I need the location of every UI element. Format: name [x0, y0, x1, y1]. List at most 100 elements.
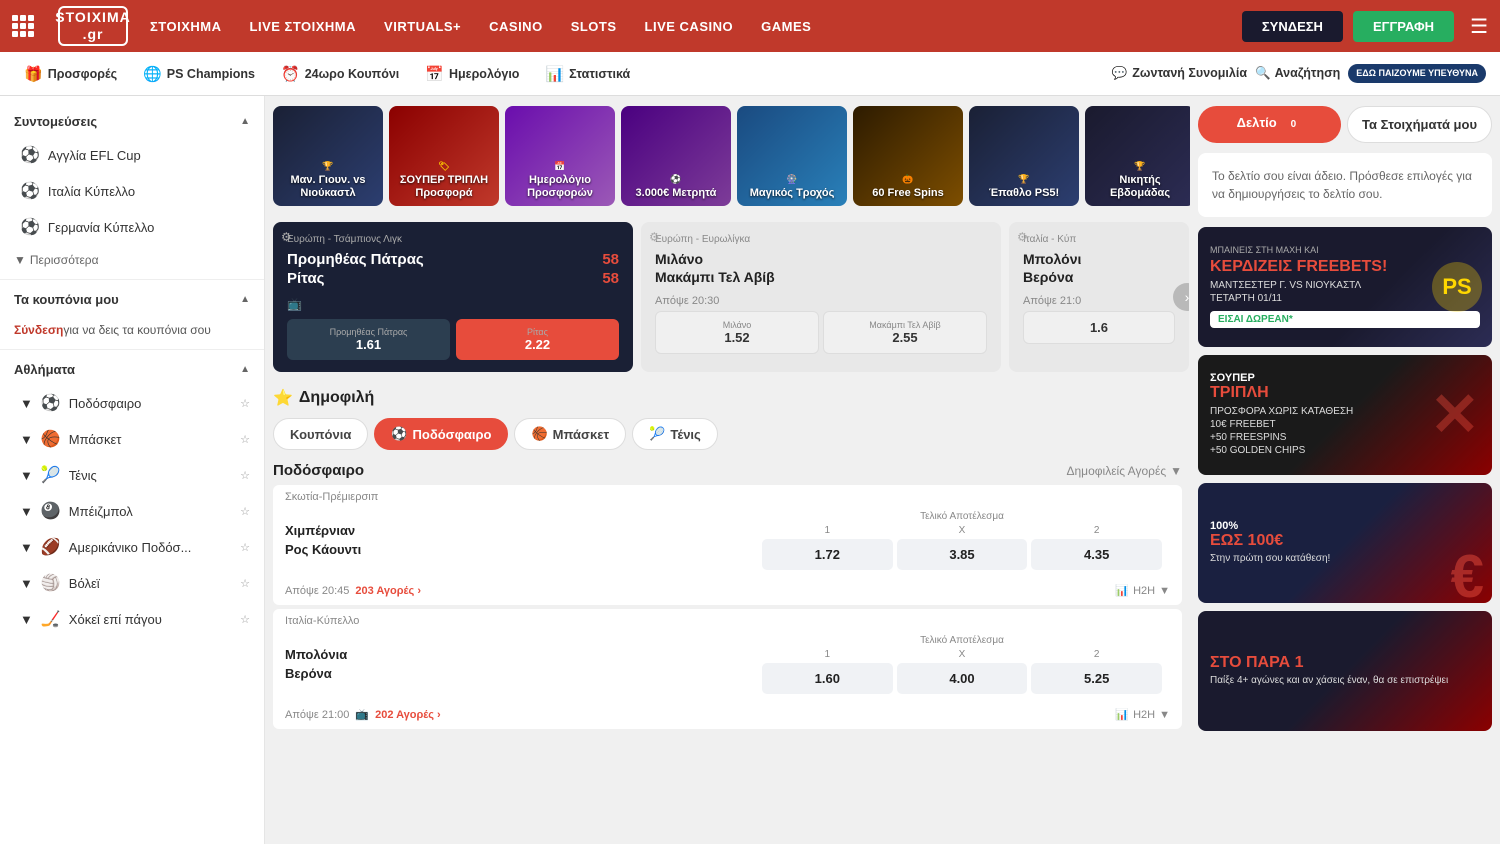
nav-live-casino[interactable]: LIVE CASINO	[643, 15, 736, 38]
logo-subtext: .gr	[55, 26, 130, 43]
football-icon: ⚽	[41, 393, 61, 413]
promo-card-8[interactable]: 🏆 Νικητής Εβδομάδας	[1085, 106, 1190, 206]
center-content: 🏆 Μαν. Γιουν. vs Νιούκαστλ 🏷 ΣΟΥΠΕΡ ΤΡΙΠ…	[265, 96, 1190, 844]
soccer-ball-icon-2: ⚽	[20, 181, 40, 201]
promo-card-7[interactable]: 🏆 Έπαθλο PS5!	[969, 106, 1079, 206]
banner-ps-champions[interactable]: ΜΠΑΙΝΕΙΣ ΣΤΗ ΜΑΧΗ ΚΑΙ ΚΕΡΔΙΖΕΙΣ FREEBETS…	[1198, 227, 1492, 347]
grid-menu-icon[interactable]	[12, 15, 34, 37]
nav-virtuals[interactable]: VIRTUALS+	[382, 15, 463, 38]
nav-casino[interactable]: CASINO	[487, 15, 545, 38]
promo-card-6[interactable]: 🎃 60 Free Spins	[853, 106, 963, 206]
hamburger-icon[interactable]: ☰	[1470, 14, 1488, 39]
sidebar-sport-football[interactable]: ▼ ⚽ Ποδόσφαιρο ☆	[0, 385, 264, 421]
promo-card-4[interactable]: ⚽ 3.000€ Μετρητά	[621, 106, 731, 206]
coupon-label: 24ωρο Κουπόνι	[305, 67, 400, 81]
sports-section-header[interactable]: Αθλήματα ▲	[0, 354, 264, 385]
banner-title-3: 100%	[1210, 520, 1480, 532]
markets-link-2[interactable]: 202 Αγορές ›	[375, 709, 441, 721]
sidebar-sport-tennis[interactable]: ▼ 🎾 Τένις ☆	[0, 457, 264, 493]
site-logo[interactable]: STOIXIMA.gr	[58, 6, 128, 46]
gray-odd-1[interactable]: Μιλάνο 1.52	[655, 311, 819, 354]
sidebar-item-germany-cup[interactable]: ⚽ Γερμανία Κύπελλο	[0, 209, 264, 245]
tab-coupons[interactable]: Κουπόνια	[273, 418, 368, 450]
sidebar-item-england-efl[interactable]: ⚽ Αγγλία EFL Cup	[0, 137, 264, 173]
promo-card-5[interactable]: 🎡 Μαγικός Τροχός	[737, 106, 847, 206]
betslip-tab-label: Δελτίο	[1237, 115, 1277, 130]
sidebar-sport-volleyball[interactable]: ▼ 🏐 Βόλεϊ ☆	[0, 565, 264, 601]
right-sidebar: Δελτίο 0 Τα Στοιχήματά μου Το δελτίο σου…	[1190, 96, 1500, 844]
badge-label: ΕΔΩ ΠΑΙΖΟΥΜΕ ΥΠΕΥΘΥΝΑ	[1356, 68, 1478, 79]
tab-tennis[interactable]: 🎾 Τένις	[632, 418, 718, 450]
auth-buttons: ΣΥΝΔΕΣΗ ΕΓΓΡΑΦΗ ☰	[1242, 11, 1488, 42]
nav-stoixima[interactable]: ΣΤΟΙΧΗΜΑ	[148, 15, 224, 38]
footer-right-2[interactable]: 📊 H2H ▼	[1115, 708, 1170, 721]
banner-100-percent[interactable]: 100% ΕΩΣ 100€ Στην πρώτη σου κατάθεση! €	[1198, 483, 1492, 603]
tab-football[interactable]: ⚽ Ποδόσφαιρο	[374, 418, 508, 450]
promo-card-3[interactable]: 📅 Ημερολόγιο Προσφορών	[505, 106, 615, 206]
odd-btn-1-2[interactable]: 3.85	[897, 539, 1028, 570]
coupons-section-header[interactable]: Τα κουπόνια μου ▲	[0, 284, 264, 315]
live-next-button[interactable]: ›	[1173, 283, 1189, 311]
gray-odd-3[interactable]: 1.6	[1023, 311, 1175, 344]
banner-sto-para-1[interactable]: ΣΤΟ ΠΑΡΑ 1 Παίξε 4+ αγώνες και αν χάσεις…	[1198, 611, 1492, 731]
chevron-up-icon-2: ▲	[240, 294, 250, 305]
nav-games[interactable]: GAMES	[759, 15, 813, 38]
banner-cta-1[interactable]: ΕΙΣΑΙ ΔΩΡΕΑΝ*	[1210, 311, 1480, 328]
betslip-tab-my-bets[interactable]: Τα Στοιχήματά μου	[1347, 106, 1492, 143]
gray-odd-2[interactable]: Μακάμπι Τελ Αβίβ 2.55	[823, 311, 987, 354]
card-title-1: Μαν. Γιουν. vs Νιούκαστλ	[279, 174, 377, 200]
odd-btn-1-1[interactable]: 1.72	[762, 539, 893, 570]
responsible-gaming-badge[interactable]: ΕΔΩ ΠΑΙΖΟΥΜΕ ΥΠΕΥΘΥΝΑ	[1348, 64, 1486, 83]
match-time-2: Απόψε 20:30	[655, 295, 987, 307]
match-team2-2: Βερόνα	[285, 665, 754, 683]
team1-score: 58	[602, 251, 619, 268]
sidebar-sport-hockey[interactable]: ▼ 🏒 Χόκεϊ επί πάγου ☆	[0, 601, 264, 637]
left-sidebar: Συντομεύσεις ▲ ⚽ Αγγλία EFL Cup ⚽ Ιταλία…	[0, 96, 265, 844]
sec-nav-offers[interactable]: 🎁 Προσφορές	[14, 59, 127, 89]
sec-nav-ps-champions[interactable]: 🌐 PS Champions	[133, 59, 265, 89]
popular-header: ⭐ Δημοφιλή	[273, 388, 1182, 408]
odd-btn-2-1[interactable]: 1.60	[762, 663, 893, 694]
ps-logo-badge: PS	[1432, 262, 1482, 312]
sidebar-sport-basketball[interactable]: ▼ 🏀 Μπάσκετ ☆	[0, 421, 264, 457]
sec-nav-coupon[interactable]: ⏰ 24ωρο Κουπόνι	[271, 59, 409, 89]
team1-row-2: Μιλάνο	[655, 251, 987, 267]
odd-btn-2-2[interactable]: 4.00	[897, 663, 1028, 694]
item-left: ▼ ⚽ Ποδόσφαιρο	[20, 393, 141, 413]
login-link[interactable]: Σύνδεση	[14, 323, 63, 337]
odd-btn-1-3[interactable]: 4.35	[1031, 539, 1162, 570]
odds-cols-1: 1 1.72 Χ 3.85 2 4.35	[762, 525, 1162, 570]
nav-slots[interactable]: SLOTS	[569, 15, 619, 38]
markets-link-1[interactable]: 203 Αγορές ›	[355, 585, 421, 597]
sidebar-item-italy-cup[interactable]: ⚽ Ιταλία Κύπελλο	[0, 173, 264, 209]
register-button[interactable]: ΕΓΓΡΑΦΗ	[1353, 11, 1454, 42]
search-icon: 🔍	[1255, 66, 1271, 81]
match-team2-1: Ρος Κάουντι	[285, 541, 754, 559]
sidebar-sport-american-football[interactable]: ▼ 🏈 Αμερικάνικο Ποδόσ... ☆	[0, 529, 264, 565]
star-filled-icon: ⭐	[273, 388, 293, 408]
footer-right-1[interactable]: 📊 H2H ▼	[1115, 584, 1170, 597]
live-chat-button[interactable]: 💬 Ζωντανή Συνομιλία	[1112, 66, 1247, 81]
markets-dropdown[interactable]: Δημοφιλείς Αγορές ▼	[1066, 464, 1182, 478]
star-icon-3: ☆	[240, 469, 250, 482]
sec-nav-stats[interactable]: 📊 Στατιστικά	[535, 59, 640, 89]
popular-title-text: Δημοφιλή	[299, 389, 374, 407]
shortcuts-header[interactable]: Συντομεύσεις ▲	[0, 106, 264, 137]
login-button[interactable]: ΣΥΝΔΕΣΗ	[1242, 11, 1343, 42]
promo-card-2[interactable]: 🏷 ΣΟΥΠΕΡ ΤΡΙΠΛΗ Προσφορά	[389, 106, 499, 206]
team1-name-2: Μιλάνο	[655, 251, 703, 267]
sidebar-sport-baseball[interactable]: ▼ 🎱 Μπέιζμπολ ☆	[0, 493, 264, 529]
odd-btn-team2[interactable]: Ρίτας 2.22	[456, 319, 619, 360]
tab-basketball[interactable]: 🏀 Μπάσκετ	[514, 418, 626, 450]
betslip-tab-active[interactable]: Δελτίο 0	[1198, 106, 1341, 143]
search-button[interactable]: 🔍 Αναζήτηση	[1255, 66, 1340, 81]
more-link[interactable]: ▼ Περισσότερα	[0, 245, 264, 275]
main-nav-links: ΣΤΟΙΧΗΜΑ LIVE ΣΤΟΙΧΗΜΑ VIRTUALS+ CASINO …	[148, 15, 1222, 38]
odd-btn-2-3[interactable]: 5.25	[1031, 663, 1162, 694]
promo-card-1[interactable]: 🏆 Μαν. Γιουν. vs Νιούκαστλ	[273, 106, 383, 206]
nav-live-stoixima[interactable]: LIVE ΣΤΟΙΧΗΜΑ	[248, 15, 359, 38]
logo-text: STOIXIMA	[55, 9, 130, 26]
sec-nav-calendar[interactable]: 📅 Ημερολόγιο	[415, 59, 529, 89]
banner-super-triple[interactable]: ΣΟΥΠΕΡ ΤΡΙΠΛΗ ΠΡΟΣΦΟΡΑ ΧΩΡΙΣ ΚΑΤΑΘΕΣΗ10€…	[1198, 355, 1492, 475]
odd-btn-team1[interactable]: Προμηθέας Πάτρας 1.61	[287, 319, 450, 360]
